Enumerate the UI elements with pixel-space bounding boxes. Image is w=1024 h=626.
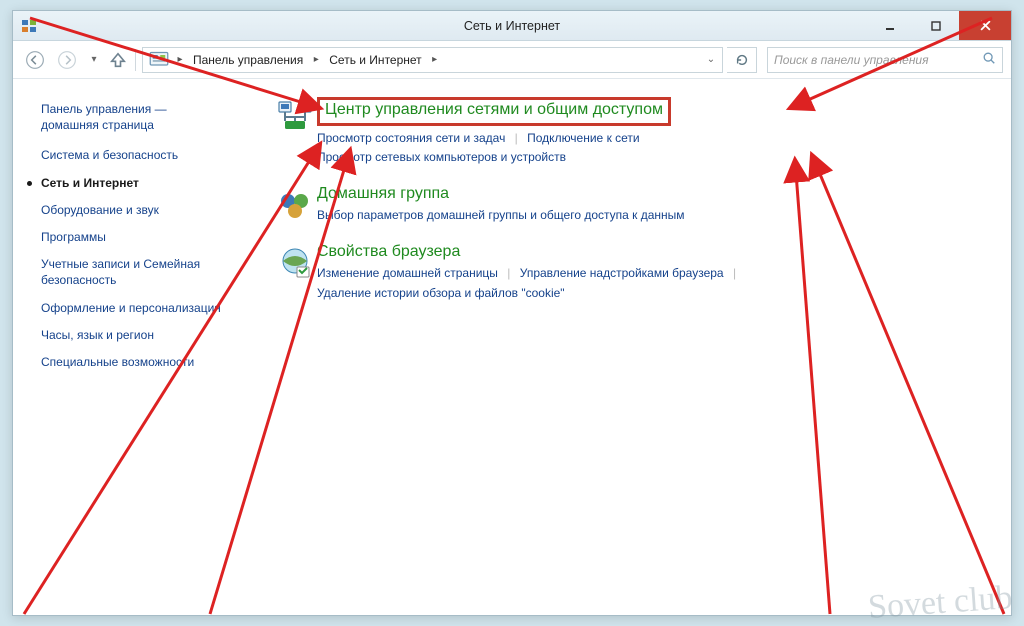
internet-options-icon — [273, 243, 317, 302]
control-panel-icon — [149, 50, 169, 70]
chevron-right-icon[interactable]: ▸ — [173, 54, 187, 65]
search-box[interactable] — [767, 47, 1003, 73]
history-dropdown[interactable]: ▾ — [85, 54, 103, 65]
sidebar-item-hardware-sound[interactable]: Оборудование и звук — [41, 202, 253, 218]
sidebar-item-appearance[interactable]: Оформление и персонализация — [41, 300, 253, 316]
link-connect-network[interactable]: Подключение к сети — [527, 131, 639, 145]
sidebar-item-clock-language[interactable]: Часы, язык и регион — [41, 327, 253, 343]
window-controls — [867, 11, 1011, 40]
close-button[interactable] — [959, 11, 1011, 40]
network-center-title[interactable]: Центр управления сетями и общим доступом — [317, 97, 671, 126]
homegroup-icon — [273, 185, 317, 225]
sidebar-item-accessibility[interactable]: Специальные возможности — [41, 354, 253, 370]
refresh-button[interactable] — [727, 47, 757, 73]
chevron-right-icon[interactable]: ▸ — [309, 54, 323, 65]
window-title: Сеть и Интернет — [13, 19, 1011, 33]
section-homegroup: Домашняя группа Выбор параметров домашне… — [273, 185, 991, 225]
sidebar-item-network-internet[interactable]: Сеть и Интернет — [41, 175, 253, 191]
search-icon[interactable] — [982, 51, 996, 68]
sidebar: Панель управления — домашняя страница Си… — [13, 79, 263, 615]
back-button[interactable] — [21, 46, 49, 74]
section-network-center: Центр управления сетями и общим доступом… — [273, 97, 991, 167]
link-manage-addons[interactable]: Управление надстройками браузера — [520, 266, 724, 280]
titlebar: Сеть и Интернет — [13, 11, 1011, 41]
section-browser-options: Свойства браузера Изменение домашней стр… — [273, 243, 991, 302]
link-homegroup-settings[interactable]: Выбор параметров домашней группы и общег… — [317, 208, 685, 222]
sidebar-item-programs[interactable]: Программы — [41, 229, 253, 245]
network-center-icon — [273, 97, 317, 167]
separator — [135, 49, 136, 71]
homegroup-title[interactable]: Домашняя группа — [317, 185, 449, 203]
search-input[interactable] — [774, 53, 982, 67]
breadcrumb[interactable]: ▸ Панель управления ▸ Сеть и Интернет ▸ … — [142, 47, 723, 73]
link-change-homepage[interactable]: Изменение домашней страницы — [317, 266, 498, 280]
browser-options-title[interactable]: Свойства браузера — [317, 243, 460, 261]
address-dropdown[interactable]: ⌄ — [702, 54, 720, 65]
content-area: Панель управления — домашняя страница Си… — [13, 79, 1011, 615]
minimize-button[interactable] — [867, 11, 913, 40]
window-icon — [21, 18, 37, 34]
maximize-button[interactable] — [913, 11, 959, 40]
address-bar: ▾ ▸ Панель управления ▸ Сеть и Интернет … — [13, 41, 1011, 79]
breadcrumb-control-panel[interactable]: Панель управления — [187, 48, 309, 72]
up-button[interactable] — [107, 46, 129, 74]
main-panel: Центр управления сетями и общим доступом… — [263, 79, 1011, 615]
window: Сеть и Интернет ▾ — [12, 10, 1012, 616]
breadcrumb-network-internet[interactable]: Сеть и Интернет — [323, 48, 427, 72]
chevron-right-icon[interactable]: ▸ — [428, 54, 442, 65]
link-view-network-computers[interactable]: Просмотр сетевых компьютеров и устройств — [317, 150, 566, 164]
control-panel-home-link[interactable]: Панель управления — домашняя страница — [41, 101, 253, 133]
forward-button[interactable] — [53, 46, 81, 74]
link-view-network-status[interactable]: Просмотр состояния сети и задач — [317, 131, 505, 145]
sidebar-item-user-accounts[interactable]: Учетные записи и Семейная безопасность — [41, 256, 253, 288]
sidebar-item-system-security[interactable]: Система и безопасность — [41, 147, 253, 163]
link-delete-history[interactable]: Удаление истории обзора и файлов "cookie… — [317, 286, 565, 300]
